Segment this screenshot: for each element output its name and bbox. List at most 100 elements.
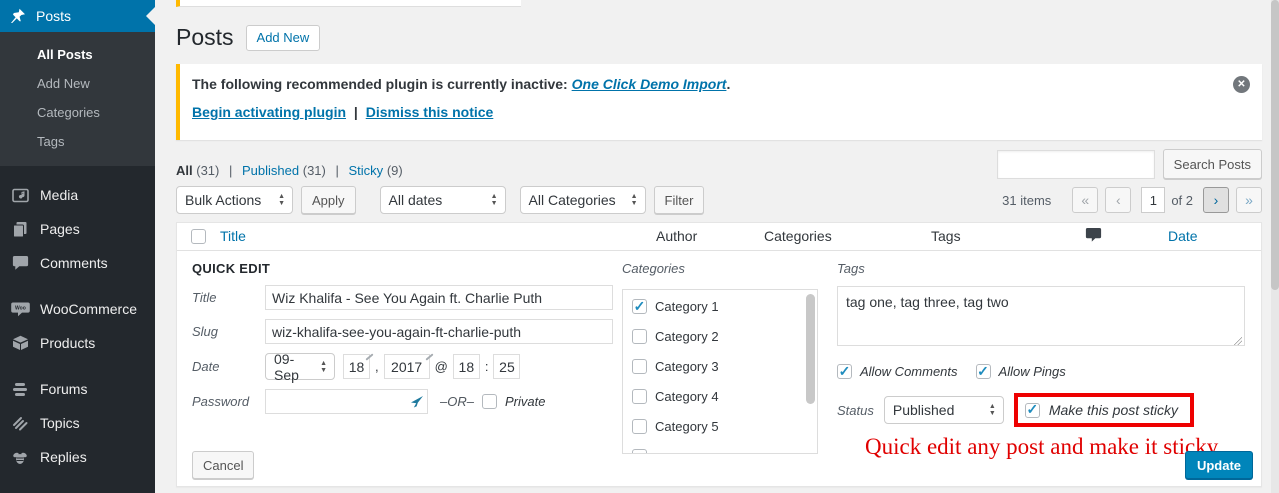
- sidebar-item-add-new[interactable]: Add New: [0, 69, 155, 98]
- select-arrows-icon: [320, 360, 327, 374]
- sidebar-item-comments[interactable]: Comments: [0, 246, 155, 280]
- categories-scrollbar[interactable]: [806, 294, 815, 404]
- title-label: Title: [192, 290, 265, 305]
- dismiss-notice-link[interactable]: Dismiss this notice: [366, 104, 494, 120]
- sidebar-item-label: Topics: [40, 415, 80, 431]
- select-arrows-icon: [989, 403, 996, 417]
- sidebar-item-tags[interactable]: Tags: [0, 127, 155, 156]
- products-icon: [9, 335, 31, 351]
- tags-textarea[interactable]: tag one, tag three, tag two: [837, 286, 1245, 346]
- minute-input[interactable]: [493, 354, 520, 379]
- select-arrows-icon: [278, 193, 285, 207]
- woocommerce-icon: Woo: [9, 302, 31, 317]
- apply-button[interactable]: Apply: [301, 186, 356, 214]
- category-checkbox[interactable]: [632, 419, 647, 434]
- sidebar-item-label: Comments: [40, 255, 108, 271]
- list-item: Category 1: [632, 299, 817, 314]
- slug-input[interactable]: [265, 319, 613, 344]
- list-item: Category 2: [632, 329, 817, 344]
- categories-label: Categories: [622, 261, 818, 276]
- sidebar-item-label: Pages: [40, 221, 80, 237]
- dates-filter-select[interactable]: All dates: [380, 186, 506, 214]
- column-date[interactable]: Date: [1168, 228, 1198, 244]
- category-checkbox[interactable]: [632, 329, 647, 344]
- quick-edit-heading: QUICK EDIT: [192, 261, 270, 276]
- current-page-input[interactable]: [1141, 187, 1165, 213]
- select-arrows-icon: [491, 193, 498, 207]
- sidebar-item-categories[interactable]: Categories: [0, 98, 155, 127]
- sidebar-item-topics[interactable]: Topics: [0, 406, 155, 440]
- column-author: Author: [656, 228, 697, 244]
- list-item: Category 4: [632, 389, 817, 404]
- search-posts-button[interactable]: Search Posts: [1163, 149, 1262, 179]
- begin-activating-link[interactable]: Begin activating plugin: [192, 104, 346, 120]
- sidebar-item-forums[interactable]: Forums: [0, 372, 155, 406]
- categories-filter-select[interactable]: All Categories: [520, 186, 646, 214]
- main-content: Posts Add New The following recommended …: [155, 0, 1279, 493]
- sidebar-item-media[interactable]: Media: [0, 178, 155, 212]
- sidebar-item-label: Media: [40, 187, 78, 203]
- sidebar-item-label: Replies: [40, 449, 87, 465]
- category-checkbox[interactable]: [632, 449, 647, 454]
- close-icon[interactable]: ✕: [1233, 76, 1250, 93]
- sidebar-item-replies[interactable]: Replies: [0, 440, 155, 474]
- view-published[interactable]: Published: [242, 163, 299, 178]
- view-all[interactable]: All: [176, 163, 193, 178]
- first-page-button[interactable]: «: [1072, 187, 1098, 213]
- category-checkbox[interactable]: [632, 389, 647, 404]
- items-count: 31 items: [1002, 193, 1051, 208]
- cancel-button[interactable]: Cancel: [192, 451, 254, 479]
- column-title[interactable]: Title: [220, 228, 246, 244]
- month-select[interactable]: 09-Sep: [265, 353, 335, 380]
- column-tags: Tags: [931, 228, 961, 244]
- bulk-actions-select[interactable]: Bulk Actions: [176, 186, 293, 214]
- column-categories: Categories: [764, 228, 832, 244]
- next-page-button[interactable]: ›: [1203, 187, 1229, 213]
- sidebar-item-all-posts[interactable]: All Posts: [0, 40, 155, 69]
- status-select[interactable]: Published: [884, 396, 1004, 424]
- plugin-link[interactable]: One Click Demo Import: [572, 76, 727, 92]
- last-page-button[interactable]: »: [1236, 187, 1262, 213]
- tags-label: Tags: [837, 261, 1247, 276]
- quick-edit-left-column: Title Slug Date 09-Sep , @ :: [192, 285, 622, 423]
- list-item: Category 5: [632, 419, 817, 434]
- title-input[interactable]: [265, 285, 613, 310]
- year-input[interactable]: [384, 354, 430, 379]
- category-checkbox[interactable]: [632, 359, 647, 374]
- sidebar-item-label: Products: [40, 335, 95, 351]
- topics-icon: [9, 416, 31, 431]
- posts-table: Title Author Categories Tags Date QUICK …: [176, 222, 1262, 487]
- prev-page-button[interactable]: ‹: [1105, 187, 1131, 213]
- sidebar-item-posts[interactable]: Posts: [0, 0, 155, 32]
- allow-pings-checkbox[interactable]: [976, 364, 991, 379]
- allow-comments-label: Allow Comments: [860, 364, 958, 379]
- password-input[interactable]: [265, 389, 428, 414]
- sidebar-item-label: Forums: [40, 381, 87, 397]
- media-icon: [9, 187, 31, 204]
- view-sticky[interactable]: Sticky: [349, 163, 384, 178]
- private-checkbox[interactable]: [482, 394, 497, 409]
- quick-edit-right-column: Tags tag one, tag three, tag two Allow C…: [837, 261, 1247, 460]
- hour-input[interactable]: [453, 354, 480, 379]
- list-item: Category 3: [632, 359, 817, 374]
- filter-button[interactable]: Filter: [654, 186, 705, 214]
- scrollbar-thumb[interactable]: [1271, 0, 1279, 290]
- search-input[interactable]: [997, 150, 1155, 179]
- sidebar-item-appearance[interactable]: Appearance: [0, 486, 155, 493]
- add-new-button[interactable]: Add New: [246, 25, 321, 51]
- allow-comments-checkbox[interactable]: [837, 364, 852, 379]
- category-checkbox[interactable]: [632, 299, 647, 314]
- or-label: –OR–: [440, 394, 474, 409]
- make-sticky-checkbox[interactable]: [1025, 403, 1040, 418]
- select-arrows-icon: [631, 193, 638, 207]
- update-button[interactable]: Update: [1185, 451, 1253, 479]
- sidebar-item-woocommerce[interactable]: Woo WooCommerce: [0, 292, 155, 326]
- replies-icon: [9, 450, 31, 465]
- page-scrollbar[interactable]: [1271, 0, 1279, 493]
- sidebar-item-products[interactable]: Products: [0, 326, 155, 360]
- total-pages-label: of 2: [1171, 193, 1193, 208]
- admin-sidebar: Posts All Posts Add New Categories Tags …: [0, 0, 155, 493]
- sidebar-item-pages[interactable]: Pages: [0, 212, 155, 246]
- slug-label: Slug: [192, 324, 265, 339]
- select-all-checkbox[interactable]: [191, 229, 206, 244]
